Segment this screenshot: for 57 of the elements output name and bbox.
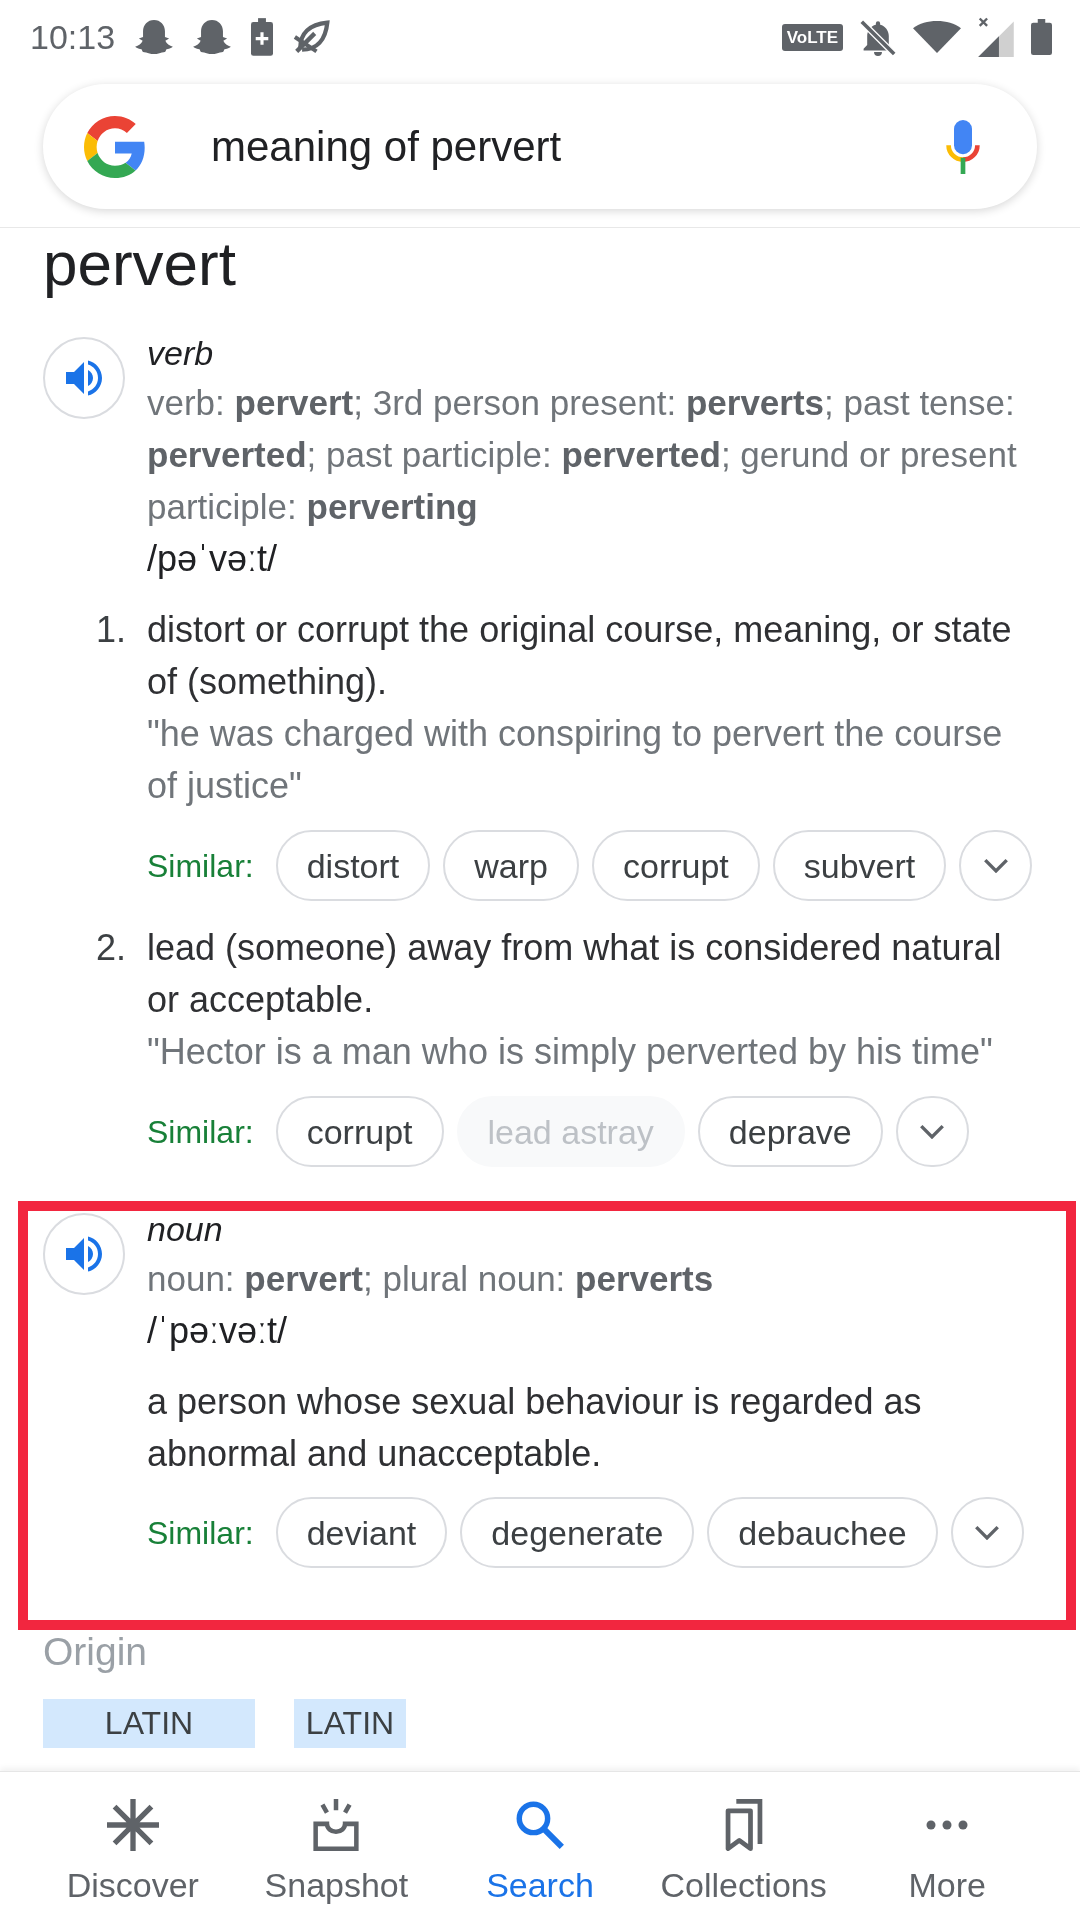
battery-icon: [1031, 18, 1052, 56]
word-forms: noun: pervert; plural noun: perverts: [147, 1258, 715, 1300]
speaker-icon: [64, 1234, 104, 1274]
signal-icon: [978, 17, 1014, 57]
ghost-icon: [193, 20, 232, 54]
battery-plus-icon: [251, 18, 274, 56]
word-forms: verb: pervert; 3rd person present: perverts; past tense: perverted; past participle: perverted; gerund or present participle: perverting: [147, 382, 1018, 528]
synonym-chip[interactable]: corrupt: [591, 830, 760, 901]
definition: lead (someone) away from what is considered natural or acceptable.: [147, 926, 1003, 1022]
asterisk-icon: [106, 1799, 159, 1851]
ghost-icon: [135, 20, 174, 54]
definition: distort or corrupt the original course, meaning, or state of (something).: [147, 608, 1013, 704]
synonym-chip[interactable]: debauchee: [707, 1497, 938, 1568]
language-tag: LATIN: [294, 1699, 406, 1748]
similar-label: Similar:: [147, 1112, 254, 1152]
nav-tab[interactable]: More: [845, 1772, 1049, 1920]
tray-icon: [311, 1799, 362, 1851]
sense-number: 1.: [96, 608, 128, 652]
synonym-chip[interactable]: degenerate: [460, 1497, 695, 1568]
g-logo-icon: [84, 115, 146, 178]
speaker-icon: [64, 358, 104, 398]
clock-time: 10:13: [30, 17, 116, 57]
bookmarks-icon: [724, 1799, 763, 1851]
example-sentence: "Hector is a man who is simply perverted by his time": [147, 1030, 994, 1074]
sense-number: 2.: [96, 926, 128, 970]
mic-icon[interactable]: [945, 119, 981, 174]
part-of-speech: verb: [147, 335, 214, 371]
wifi-icon: [913, 21, 961, 53]
bell-off-icon: [860, 18, 896, 56]
synonym-chip[interactable]: distort: [275, 830, 431, 901]
synonym-chip[interactable]: warp: [443, 830, 579, 901]
chevron-down-icon: [982, 858, 1009, 873]
definition: a person whose sexual behaviour is regarded as abnormal and unacceptable.: [147, 1380, 923, 1476]
synonym-chip[interactable]: corrupt: [275, 1096, 444, 1167]
synonym-chip[interactable]: deviant: [275, 1497, 448, 1568]
synonym-chip[interactable]: subvert: [772, 830, 947, 901]
network-badge: VoLTE: [781, 23, 843, 51]
synonym-chip[interactable]: deprave: [697, 1096, 883, 1167]
chevron-down-icon: [919, 1124, 946, 1139]
pronunciation: /pəˈvəːt/: [147, 537, 278, 581]
chevron-down-icon: [974, 1525, 1001, 1540]
nav-tab[interactable]: Snapshot: [234, 1772, 439, 1920]
similar-label: Similar:: [147, 846, 254, 886]
search-field[interactable]: meaning of pervert: [43, 84, 1037, 209]
part-of-speech: noun: [147, 1211, 223, 1247]
search-icon: [516, 1801, 564, 1849]
nav-tab[interactable]: Collections: [641, 1772, 846, 1920]
example-sentence: "he was charged with conspiring to pervert the course of justice": [147, 712, 1004, 808]
more-icon: [926, 1820, 969, 1830]
section-title: Origin: [43, 1631, 148, 1673]
nav-tab[interactable]: Discover: [31, 1772, 235, 1920]
similar-label: Similar:: [147, 1513, 254, 1553]
pronunciation: /ˈpəːvəːt/: [147, 1309, 288, 1353]
nav-tab[interactable]: Search: [438, 1772, 642, 1920]
headword: pervert: [43, 228, 236, 300]
language-tag: LATIN: [43, 1699, 255, 1748]
leaf-off-icon: [293, 19, 332, 55]
